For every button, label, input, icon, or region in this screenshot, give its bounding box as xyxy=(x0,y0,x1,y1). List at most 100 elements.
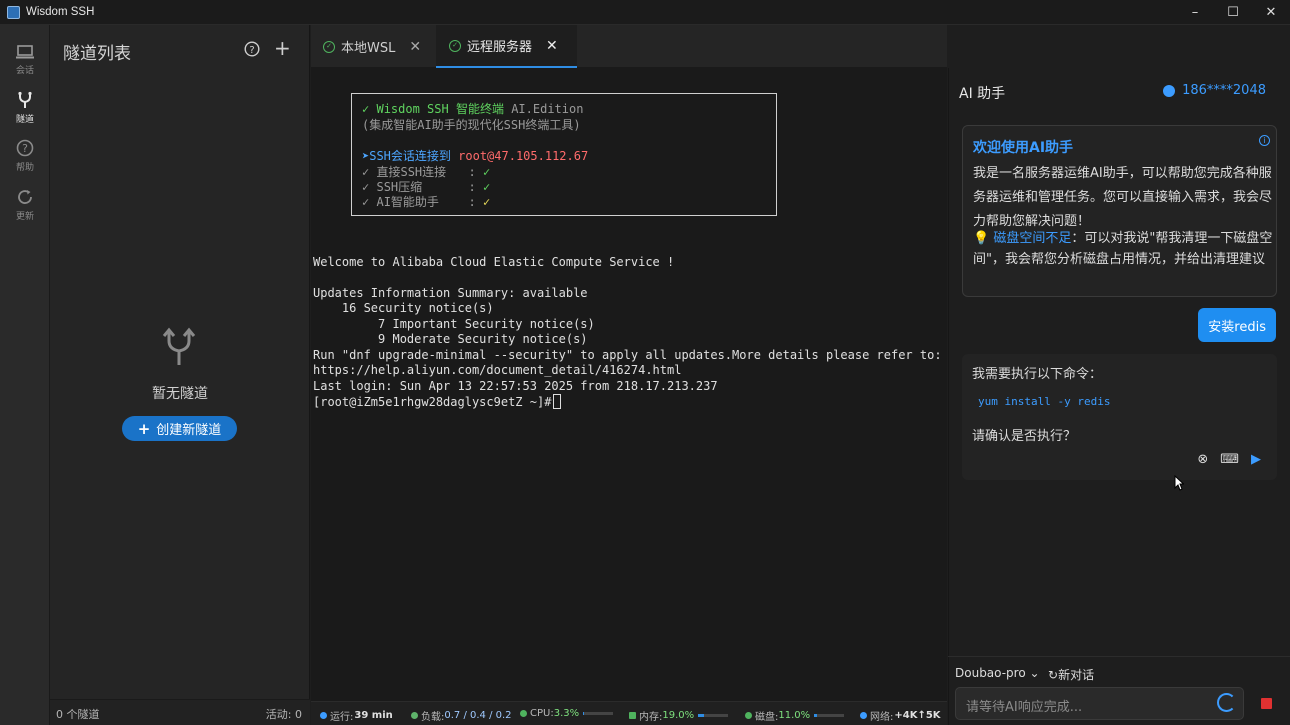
terminal-prompt-row: [root@iZm5e1rhgw28daglysc9etZ ~]# xyxy=(313,394,562,409)
loading-spinner-icon xyxy=(1217,693,1236,712)
status-label: 网络: xyxy=(870,712,894,723)
empty-state-text: 暂无隧道 xyxy=(152,386,208,402)
banner-app-cn: 智能终端 xyxy=(455,102,504,116)
banner-app-name: Wisdom SSH xyxy=(376,102,449,116)
feature-sep: : xyxy=(468,180,476,194)
user-account[interactable]: 186****2048 xyxy=(1163,83,1266,98)
reject-icon[interactable]: ⊗ xyxy=(1197,452,1208,467)
tab-local-wsl[interactable]: ✓ 本地WSL ✕ xyxy=(323,25,421,68)
status-memory: 内存: 19.0% xyxy=(629,708,729,723)
terminal-line: 16 Security notice(s) xyxy=(313,301,494,315)
activity-update[interactable]: 更新 xyxy=(0,182,50,228)
banner-conn-target: root@47.105.112.67 xyxy=(458,149,589,163)
feature-check: ✓ xyxy=(362,165,370,179)
terminal-line: 7 Important Security notice(s) xyxy=(313,317,595,331)
tunnel-count: 0 个隧道 xyxy=(56,708,100,721)
activity-help-label: 帮助 xyxy=(15,163,34,173)
clock-icon xyxy=(320,712,327,719)
terminal-cursor xyxy=(553,394,562,409)
welcome-banner: ✓ Wisdom SSH 智能终端 AI.Edition (集成智能AI助手的现… xyxy=(351,93,777,216)
help-icon: ? xyxy=(16,139,34,157)
sidebar-title: 隧道列表 xyxy=(63,44,131,64)
disk-meter xyxy=(814,714,845,717)
connected-check-icon: ✓ xyxy=(449,39,461,52)
terminal-icon[interactable]: ⌨ xyxy=(1220,452,1239,467)
terminal-prompt: [root@iZm5e1rhgw28daglysc9etZ ~]# xyxy=(313,395,552,409)
mouse-cursor-icon xyxy=(1174,475,1184,491)
svg-text:?: ? xyxy=(22,142,28,155)
app-logo-icon xyxy=(7,5,20,19)
feature-ok: ✓ xyxy=(482,195,491,209)
memory-meter xyxy=(698,714,729,717)
create-tunnel-label: 创建新隧道 xyxy=(156,423,222,438)
status-label: 磁盘: xyxy=(755,712,779,723)
terminal-line: Updates Information Summary: available xyxy=(313,286,588,300)
lightbulb-icon: 💡 xyxy=(973,231,990,246)
tab-label: 本地WSL xyxy=(341,41,396,56)
info-icon[interactable]: i xyxy=(1259,135,1270,146)
maximize-button[interactable]: ☐ xyxy=(1214,0,1252,25)
ai-panel-title: AI 助手 xyxy=(959,86,1006,102)
model-name: Doubao-pro xyxy=(955,666,1026,680)
activity-help[interactable]: ? 帮助 xyxy=(0,133,50,179)
close-window-button[interactable]: ✕ xyxy=(1252,0,1290,25)
execute-icon[interactable]: ▶ xyxy=(1251,452,1261,467)
model-selector[interactable]: Doubao-pro ⌄ xyxy=(955,666,1040,680)
ai-input-field[interactable]: 请等待AI响应完成... xyxy=(955,687,1244,720)
status-label: 内存: xyxy=(639,712,663,723)
user-phone: 186****2048 xyxy=(1182,83,1266,98)
refresh-icon: ↻ xyxy=(1048,668,1059,682)
feature-sep: : xyxy=(468,165,476,179)
wifi-icon xyxy=(860,712,867,719)
banner-subtitle: (集成智能AI助手的现代化SSH终端工具) xyxy=(362,118,581,132)
status-label: 负载: xyxy=(421,712,445,723)
stop-button[interactable] xyxy=(1261,698,1272,709)
feature-check: ✓ xyxy=(362,195,370,209)
user-icon xyxy=(1163,84,1176,97)
add-tunnel-button[interactable]: + xyxy=(274,38,291,58)
feature-sep: : xyxy=(468,195,476,209)
welcome-tip: 💡 磁盘空间不足：可以对我说"帮我清理一下磁盘空间"，我会帮您分析磁盘占用情况，… xyxy=(973,228,1273,270)
refresh-icon xyxy=(18,190,32,204)
tip-highlight[interactable]: 磁盘空间不足 xyxy=(993,231,1071,246)
new-chat-button[interactable]: ↻新对话 xyxy=(1048,666,1094,683)
help-icon[interactable]: ? xyxy=(244,41,260,57)
chevron-down-icon: ⌄ xyxy=(1029,666,1040,680)
status-value: 3.3% xyxy=(553,708,580,719)
banner-conn-label: SSH会话连接到 xyxy=(369,149,451,163)
create-tunnel-button[interactable]: + 创建新隧道 xyxy=(122,416,237,441)
activity-update-label: 更新 xyxy=(15,212,34,222)
welcome-title: 欢迎使用AI助手 xyxy=(973,140,1074,156)
confirm-question: 请确认是否执行？ xyxy=(972,429,1077,444)
title-bar: Wisdom SSH – ☐ ✕ xyxy=(0,0,1290,25)
welcome-card: 欢迎使用AI助手 i 我是一名服务器运维AI助手，可以帮助您完成各种服务器运维和… xyxy=(962,125,1277,297)
feature-check: ✓ xyxy=(362,180,370,194)
ai-divider xyxy=(948,656,1290,657)
tab-remote-server[interactable]: ✓ 远程服务器 ✕ xyxy=(436,25,577,68)
status-label: 运行: xyxy=(330,712,354,723)
status-value: 19.0% xyxy=(662,710,695,721)
memory-icon xyxy=(629,712,636,719)
svg-text:?: ? xyxy=(249,45,254,56)
terminal-line: Welcome to Alibaba Cloud Elastic Compute… xyxy=(313,255,675,269)
confirm-intro: 我需要执行以下命令： xyxy=(972,367,1103,382)
window-title: Wisdom SSH xyxy=(26,6,95,18)
close-tab-icon[interactable]: ✕ xyxy=(409,39,421,55)
terminal-line: 9 Moderate Security notice(s) xyxy=(313,332,588,346)
feature-ok: ✓ xyxy=(482,165,491,179)
sidebar-footer: 0 个隧道 活动: 0 xyxy=(50,699,310,725)
banner-edition: AI.Edition xyxy=(511,102,584,116)
activity-tunnels[interactable]: 隧道 xyxy=(0,85,50,131)
activity-sessions-label: 会话 xyxy=(15,66,34,76)
terminal[interactable]: ✓ Wisdom SSH 智能终端 AI.Edition (集成智能AI助手的现… xyxy=(311,68,947,701)
status-value: +4K↑5K xyxy=(894,710,941,721)
fork-icon xyxy=(162,327,196,365)
ai-assistant-panel: AI 助手 186****2048 欢迎使用AI助手 i 我是一名服务器运维AI… xyxy=(948,68,1290,725)
minimize-button[interactable]: – xyxy=(1176,0,1214,25)
feature-label: AI智能助手 xyxy=(376,195,439,209)
activity-sessions[interactable]: 会话 xyxy=(0,37,50,83)
tab-bar: ✓ 本地WSL ✕ ✓ 远程服务器 ✕ xyxy=(311,25,947,68)
status-bar: 运行: 39 min 负载: 0.7 / 0.4 / 0.2 CPU: 3.3% 内存… xyxy=(311,701,947,725)
status-network: 网络: +4K↑5K xyxy=(860,708,941,723)
close-tab-icon[interactable]: ✕ xyxy=(546,38,558,54)
